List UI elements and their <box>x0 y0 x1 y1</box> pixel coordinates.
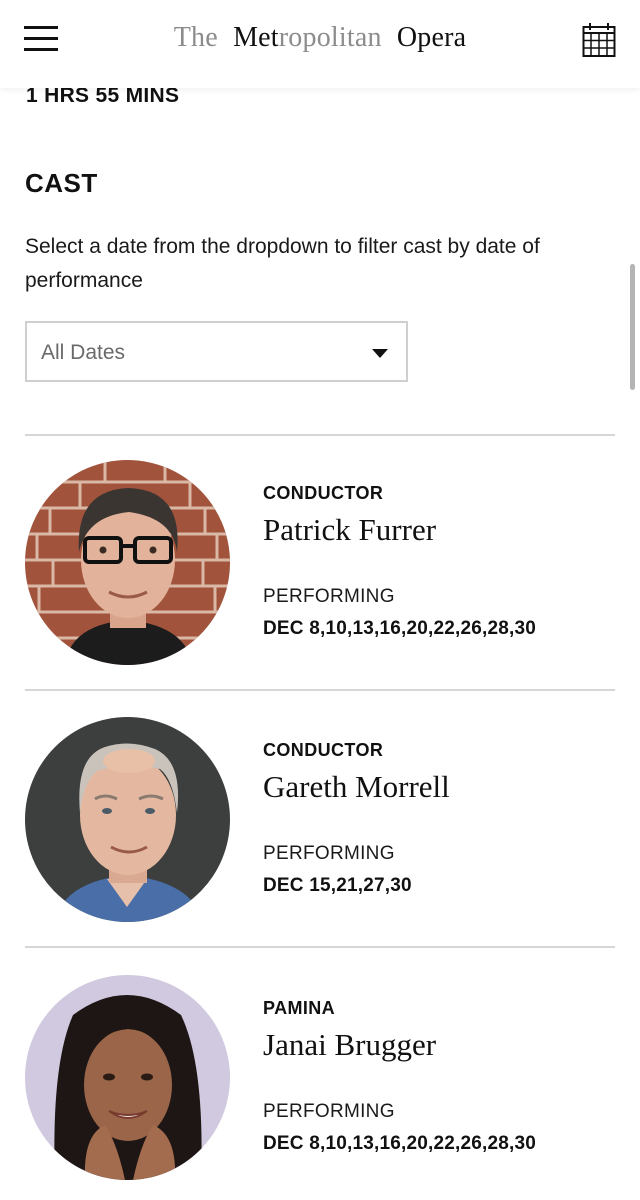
performance-dates: DEC 8,10,13,16,20,22,26,28,30 <box>263 618 537 639</box>
cast-role: CONDUCTOR <box>263 483 384 503</box>
performing-label: PERFORMING <box>263 843 395 864</box>
logo-word-the: The <box>173 22 218 53</box>
logo-word-met: Met <box>233 22 279 53</box>
logo-word-opera: Opera <box>396 22 467 53</box>
cast-name[interactable]: Gareth Morrell <box>263 769 450 805</box>
cast-card: PAMINA Janai Brugger PERFORMING DEC 8,10… <box>0 975 640 1185</box>
performing-label: PERFORMING <box>263 1101 395 1122</box>
date-filter-selected: All Dates <box>41 341 126 364</box>
cast-photo-gareth-morrell[interactable] <box>25 717 230 922</box>
divider <box>25 689 615 691</box>
cast-role: PAMINA <box>263 998 336 1018</box>
performing-label: PERFORMING <box>263 586 395 607</box>
met-opera-logo[interactable]: The Metropolitan Opera <box>0 22 640 54</box>
cast-photo-patrick-furrer[interactable] <box>25 460 230 665</box>
page-scrollbar[interactable] <box>630 264 635 390</box>
cast-heading: CAST <box>25 168 98 198</box>
performance-dates: DEC 15,21,27,30 <box>263 875 412 896</box>
performance-dates: DEC 8,10,13,16,20,22,26,28,30 <box>263 1133 537 1154</box>
cast-name[interactable]: Janai Brugger <box>263 1027 436 1063</box>
date-filter-dropdown[interactable]: All Dates <box>25 321 408 382</box>
cast-card: CONDUCTOR Patrick Furrer PERFORMING DEC … <box>0 460 640 670</box>
caret-down-icon <box>372 349 388 358</box>
cast-filter-instruction: Select a date from the dropdown to filte… <box>25 235 540 292</box>
cast-photo-janai-brugger[interactable] <box>25 975 230 1180</box>
cast-name[interactable]: Patrick Furrer <box>263 512 436 548</box>
cast-role: CONDUCTOR <box>263 740 384 760</box>
divider <box>25 946 615 948</box>
calendar-icon[interactable] <box>582 22 616 58</box>
logo-word-ropolitan: ropolitan <box>278 22 382 53</box>
cast-card: CONDUCTOR Gareth Morrell PERFORMING DEC … <box>0 717 640 927</box>
divider <box>25 434 615 436</box>
app-header: The Metropolitan Opera <box>0 0 640 88</box>
